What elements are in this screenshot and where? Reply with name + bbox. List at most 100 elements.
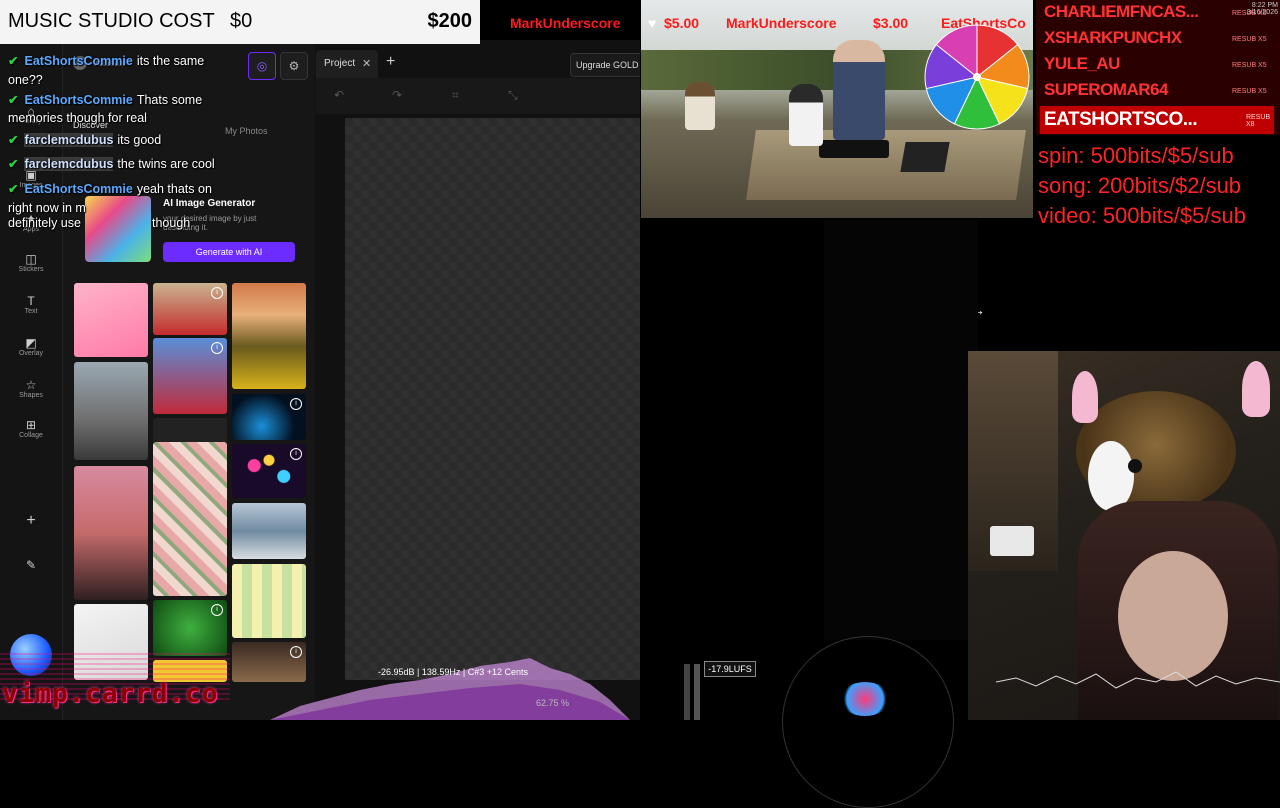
chat-message: ✔ EatShortsCommie its the same bbox=[8, 53, 204, 68]
chat-username: EatShortsCommie bbox=[24, 93, 133, 107]
brush-icon: ✎ bbox=[25, 558, 37, 572]
person bbox=[789, 84, 823, 146]
chat-message: ✔ EatShortsCommie Thats some bbox=[8, 92, 202, 107]
canvas-area[interactable] bbox=[345, 118, 640, 680]
loudness-meter: -17.9LUFS bbox=[704, 661, 756, 677]
image-thumbnail[interactable]: i bbox=[232, 444, 306, 498]
check-icon: ✔ bbox=[8, 182, 19, 196]
chat-text: its the same bbox=[136, 54, 205, 68]
rail-label: Collage bbox=[19, 432, 43, 439]
image-thumbnail[interactable]: i bbox=[153, 600, 227, 656]
goal-target: $200 bbox=[427, 10, 473, 32]
generate-with-ai-button[interactable]: Generate with AI bbox=[163, 242, 295, 262]
bunny-ear bbox=[1072, 371, 1098, 423]
tab-my-photos[interactable]: My Photos bbox=[225, 126, 268, 136]
image-thumbnail[interactable] bbox=[153, 442, 227, 596]
tab-project[interactable]: Project ✕ bbox=[316, 50, 378, 78]
chat-message: memories though for real bbox=[8, 111, 147, 125]
person bbox=[685, 82, 715, 130]
brush-button[interactable]: ✎ bbox=[6, 558, 56, 572]
ai-generator-title: AI Image Generator bbox=[163, 198, 256, 209]
chat-text: the twins are cool bbox=[117, 157, 215, 171]
donor-tag: RESUB X8 bbox=[1246, 114, 1271, 128]
ticker-name: MarkUnderscore bbox=[510, 15, 621, 31]
chat-text: memories though for real bbox=[8, 111, 147, 125]
level-bar bbox=[694, 664, 700, 720]
waveform bbox=[996, 671, 1280, 689]
donor-row: XSHARKPUNCHX bbox=[1044, 28, 1182, 48]
clock: 8:22 PM 3/16/2026 bbox=[1246, 2, 1278, 16]
ticker-amount: $3.00 bbox=[873, 15, 909, 31]
image-thumbnail[interactable] bbox=[153, 418, 227, 444]
chat-message: right now in m bbox=[8, 201, 86, 215]
chat-text: though bbox=[152, 216, 191, 230]
rail-item-shapes[interactable]: ☆ Shapes bbox=[6, 378, 56, 399]
chat-username: farclemcdubus bbox=[24, 157, 114, 171]
donor-row: YULE_AU bbox=[1044, 54, 1120, 74]
settings-icon[interactable]: ⚙ bbox=[280, 52, 308, 80]
rail-label: Overlay bbox=[18, 350, 44, 357]
donor-name: YULE_AU bbox=[1044, 54, 1120, 73]
chat-message: though bbox=[152, 216, 190, 230]
rail-item-text[interactable]: T Text bbox=[6, 294, 56, 315]
image-thumbnail[interactable]: i bbox=[232, 394, 306, 440]
vectorscope bbox=[782, 636, 954, 808]
image-thumbnail[interactable] bbox=[74, 362, 148, 460]
vectorscope-trace bbox=[840, 682, 890, 716]
rail-label: Shapes bbox=[19, 392, 43, 399]
goal-current: $0 bbox=[230, 10, 253, 32]
info-icon[interactable]: i bbox=[211, 287, 223, 299]
chat-message: ✔ farclemcdubus its good bbox=[8, 132, 161, 147]
layers-icon[interactable]: ◎ bbox=[248, 52, 276, 80]
close-icon[interactable]: ✕ bbox=[362, 57, 371, 70]
upgrade-label: Upgrade GOLD bbox=[576, 60, 639, 70]
check-icon: ✔ bbox=[8, 93, 19, 107]
watermark: vimp.carrd.co bbox=[2, 679, 219, 709]
image-thumbnail[interactable] bbox=[232, 564, 306, 638]
new-tab-button[interactable]: + bbox=[386, 53, 395, 71]
ticker-amount: $5.00 bbox=[664, 15, 700, 31]
donor-row: CHARLIEMFNCAS... bbox=[1044, 2, 1199, 22]
device bbox=[990, 526, 1034, 556]
rail-item-collage[interactable]: ⊞ Collage bbox=[6, 418, 56, 439]
upgrade-button[interactable]: Upgrade GOLD bbox=[570, 53, 640, 77]
info-icon[interactable]: i bbox=[211, 604, 223, 616]
hat-eye bbox=[1128, 459, 1142, 473]
add-button[interactable]: + bbox=[6, 513, 56, 529]
hat-face bbox=[1088, 441, 1134, 511]
heart-icon: ♥ bbox=[648, 15, 657, 31]
image-thumbnail[interactable]: i bbox=[153, 338, 227, 414]
image-thumbnail[interactable] bbox=[232, 503, 306, 559]
image-thumbnail[interactable] bbox=[232, 283, 306, 389]
undo-icon[interactable]: ↶ bbox=[334, 88, 344, 102]
transform-icon[interactable]: ⤡ bbox=[508, 88, 518, 103]
price-video: video: 500bits/$5/sub bbox=[1038, 203, 1246, 228]
info-icon[interactable]: i bbox=[211, 342, 223, 354]
redo-icon[interactable]: ↷ bbox=[392, 88, 402, 102]
image-thumbnail[interactable] bbox=[74, 466, 148, 600]
donor-tag: RESUB X5 bbox=[1232, 36, 1267, 43]
ai-generator-thumbnail bbox=[85, 196, 151, 262]
wheel-hub bbox=[973, 73, 981, 81]
rail-item-stickers[interactable]: ◫ Stickers bbox=[6, 252, 56, 273]
image-thumbnail[interactable]: i bbox=[153, 283, 227, 335]
collage-icon: ⊞ bbox=[25, 418, 37, 432]
crop-icon[interactable]: ⌗ bbox=[452, 88, 459, 103]
donor-row-highlight: EATSHORTSCO... bbox=[1040, 106, 1274, 134]
info-icon[interactable]: i bbox=[290, 398, 302, 410]
text-icon: T bbox=[27, 294, 35, 308]
zoom-level: 62.75 % bbox=[536, 698, 570, 708]
goal-title: MUSIC STUDIO COST bbox=[8, 10, 215, 32]
chat-text: its good bbox=[117, 133, 162, 147]
pitch-readout: -26.95dB | 138.59Hz | C#3 +12 Cents bbox=[378, 667, 529, 677]
donor-name: EATSHORTSCO... bbox=[1044, 109, 1198, 130]
chat-text: one?? bbox=[8, 73, 43, 87]
donor-tag: RESUB X5 bbox=[1232, 62, 1267, 69]
info-icon[interactable]: i bbox=[290, 448, 302, 460]
toolbar: ↶ ↷ ⌗ ⤡ bbox=[316, 78, 640, 114]
top-donors-list: CHARLIEMFNCAS... XSHARKPUNCHX YULE_AU SU… bbox=[1036, 0, 1280, 135]
rail-item-overlay[interactable]: ◩ Overlay bbox=[6, 336, 56, 357]
image-thumbnail[interactable] bbox=[74, 283, 148, 357]
chat-message: definitely use bbox=[8, 216, 81, 230]
chat-text: yeah thats on bbox=[136, 182, 212, 196]
